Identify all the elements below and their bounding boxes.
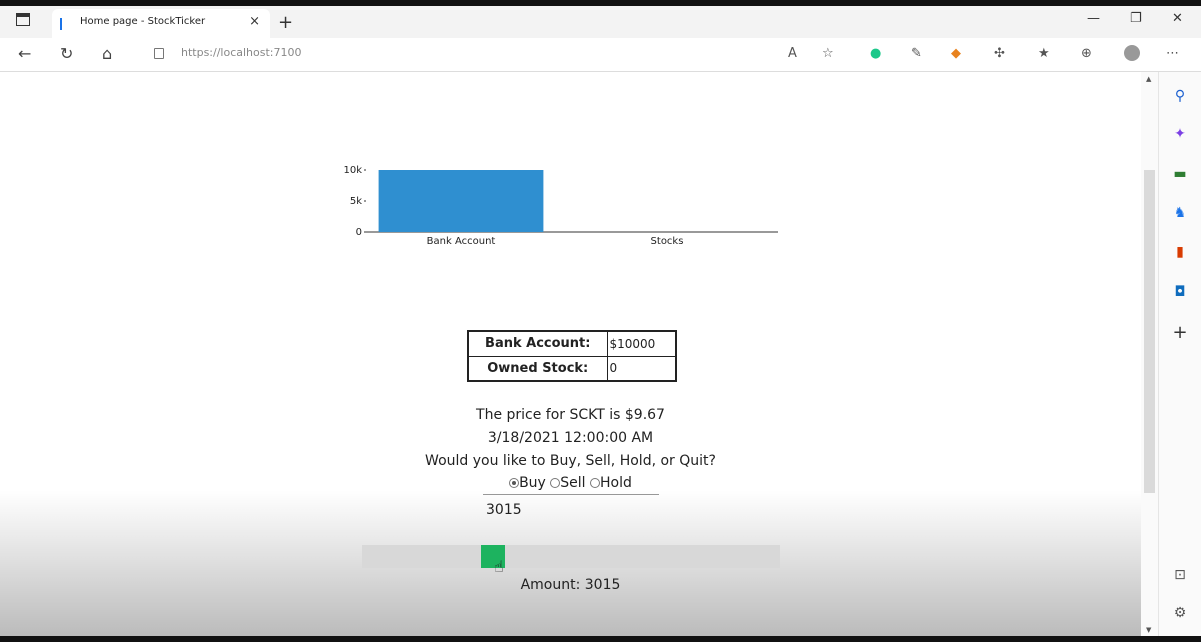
- hand-cursor-icon: ☝: [494, 557, 504, 576]
- add-sidebar-app-icon[interactable]: +: [1172, 324, 1188, 342]
- taskbar-edge: [0, 636, 1201, 642]
- page-content: 0 5k 10k Bank Account Stocks Bank Account: $…: [0, 72, 1141, 642]
- shopping-icon[interactable]: ▬: [1172, 166, 1188, 182]
- date-line: 3/18/2021 12:00:00 AM: [487, 430, 654, 446]
- close-tab-icon[interactable]: ×: [249, 14, 260, 29]
- address-bar[interactable]: https://localhost:7100: [181, 46, 302, 59]
- favicon-icon: [60, 18, 62, 30]
- amount-label: Amount: 3015: [520, 577, 621, 593]
- more-menu-icon[interactable]: ⋯: [1166, 46, 1179, 61]
- minimize-button[interactable]: —: [1087, 11, 1100, 26]
- y-tick-label: 5k: [350, 196, 362, 207]
- amount-input[interactable]: [483, 494, 659, 524]
- scroll-down-icon[interactable]: ▼: [1146, 626, 1151, 634]
- games-icon[interactable]: ♞: [1172, 205, 1188, 221]
- browser-navbar: ← ↻ ⌂ https://localhost:7100 A ☆ ● ✎ ◆ ✣…: [0, 38, 1201, 72]
- refresh-icon[interactable]: ↻: [60, 44, 73, 63]
- sell-radio[interactable]: [550, 478, 561, 488]
- pen-icon[interactable]: ✎: [911, 46, 922, 61]
- profile-avatar[interactable]: [1124, 45, 1140, 61]
- hold-radio[interactable]: [590, 478, 601, 488]
- hide-sidebar-icon[interactable]: ⊡: [1172, 567, 1188, 583]
- sell-label[interactable]: Sell: [560, 475, 585, 491]
- search-icon[interactable]: ⚲: [1172, 88, 1188, 104]
- owned-stock-value: 0: [606, 355, 677, 382]
- amount-slider[interactable]: [362, 545, 780, 568]
- page-scrollbar[interactable]: ▲ ▼: [1141, 72, 1158, 642]
- browser-sidebar: ⚲ ✦ ▬ ♞ ▮ ◘ + ⊡ ⚙: [1158, 72, 1201, 642]
- bar-bank-account: [378, 170, 544, 232]
- table-row: Bank Account: $10000: [467, 330, 677, 357]
- balance-chart: 0 5k 10k Bank Account Stocks: [343, 165, 778, 247]
- action-options: Buy Sell Hold: [0, 475, 1141, 491]
- browser-titlebar: Home page - StockTicker × + — ❐ ✕: [0, 0, 1201, 38]
- add-favorite-icon[interactable]: ☆: [822, 46, 834, 61]
- hold-label[interactable]: Hold: [600, 475, 632, 491]
- bank-account-label: Bank Account:: [467, 330, 608, 357]
- table-row: Owned Stock: 0: [467, 355, 677, 382]
- y-tick-label: 0: [356, 227, 362, 238]
- restore-button[interactable]: ❐: [1130, 11, 1142, 26]
- buy-radio[interactable]: [509, 478, 520, 488]
- office-icon[interactable]: ▮: [1172, 244, 1188, 260]
- lock-icon[interactable]: [154, 48, 164, 59]
- owned-stock-label: Owned Stock:: [467, 355, 608, 382]
- scroll-up-icon[interactable]: ▲: [1146, 75, 1151, 83]
- home-icon[interactable]: ⌂: [102, 44, 112, 63]
- favorites-icon[interactable]: ★: [1038, 46, 1050, 61]
- grammarly-icon[interactable]: ●: [870, 46, 881, 61]
- close-window-button[interactable]: ✕: [1172, 11, 1183, 26]
- x-tick-label: Stocks: [651, 236, 684, 247]
- settings-gear-icon[interactable]: ⚙: [1172, 605, 1188, 621]
- y-tick-label: 10k: [343, 165, 362, 176]
- account-table: Bank Account: $10000 Owned Stock: 0: [467, 330, 677, 382]
- buy-label[interactable]: Buy: [519, 475, 546, 491]
- outlook-icon[interactable]: ◘: [1172, 284, 1188, 300]
- x-tick-label: Bank Account: [427, 236, 496, 247]
- new-tab-button[interactable]: +: [278, 12, 293, 33]
- copilot-icon[interactable]: ✦: [1172, 126, 1188, 142]
- tab-actions-icon[interactable]: [16, 13, 30, 26]
- metamask-icon[interactable]: ◆: [951, 46, 961, 61]
- price-line: The price for SCKT is $9.67: [476, 407, 665, 423]
- extensions-icon[interactable]: ✣: [994, 46, 1005, 61]
- read-aloud-icon[interactable]: A: [788, 46, 797, 61]
- browser-tab[interactable]: Home page - StockTicker ×: [52, 9, 270, 38]
- scrollbar-thumb[interactable]: [1144, 170, 1155, 493]
- bank-account-value: $10000: [606, 330, 677, 357]
- collections-icon[interactable]: ⊕: [1081, 46, 1092, 61]
- back-icon[interactable]: ←: [18, 44, 31, 63]
- tab-title: Home page - StockTicker: [80, 16, 206, 27]
- action-question: Would you like to Buy, Sell, Hold, or Qu…: [425, 453, 716, 469]
